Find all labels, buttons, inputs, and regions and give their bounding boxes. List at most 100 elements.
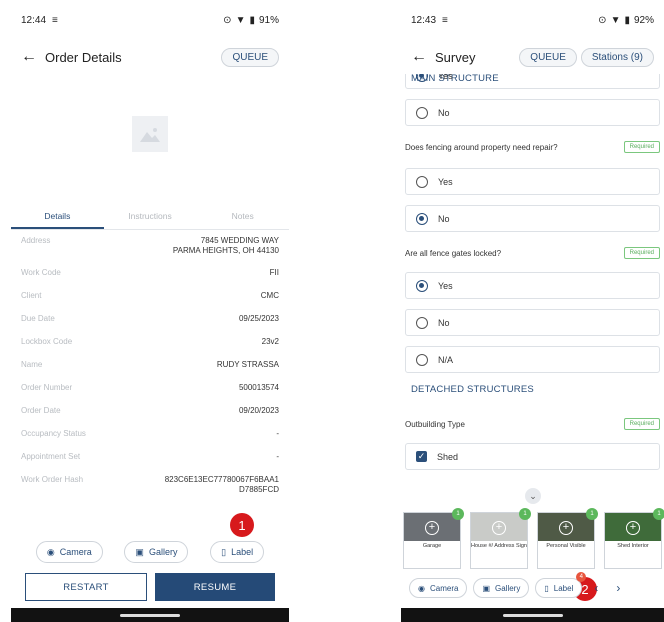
camera-icon: ◉ (418, 583, 425, 593)
home-indicator[interactable] (502, 613, 563, 617)
queue-button[interactable]: QUEUE (519, 47, 577, 67)
detail-key: Occupancy Status (21, 429, 86, 438)
detail-row: Order Date 09/20/2023 (21, 400, 279, 423)
section-detached-structures: DETACHED STRUCTURES (411, 384, 534, 395)
detail-row: Appointment Set - (21, 446, 279, 469)
back-arrow-icon[interactable]: ← (21, 48, 45, 66)
nav-bar (11, 608, 289, 622)
page-title: Order Details (45, 49, 122, 65)
option-shed[interactable]: ✓ Shed (405, 443, 660, 470)
detail-value: 09/20/2023 (238, 406, 279, 415)
detail-row: Name RUDY STRASSA (21, 354, 279, 377)
photo-stations-strip[interactable]: + Garage 1 + House #/ Address Sign 1 + P… (401, 508, 664, 572)
detail-key: Work Code (21, 268, 61, 277)
question-fencing: Does fencing around property need repair… (401, 134, 664, 160)
detail-value: 09/25/2023 (238, 314, 279, 323)
detail-value: - (276, 452, 279, 461)
detail-value: 823C6E13EC77780067F6BAA1 D7885FCD (164, 475, 279, 494)
label-label: Label (553, 583, 574, 593)
notification-icon: ≡ (52, 14, 58, 26)
option-no[interactable]: No (405, 99, 660, 126)
media-button-row: ◉ Camera ▣ Gallery ▯ Label (11, 541, 289, 563)
detail-row: Order Number 500013574 (21, 377, 279, 400)
gallery-button[interactable]: ▣ Gallery (124, 541, 189, 563)
bookmark-icon: ▯ (544, 583, 549, 593)
option-na[interactable]: N/A (405, 346, 660, 373)
camera-label: Camera (59, 547, 92, 557)
gallery-button[interactable]: ▣ Gallery (473, 578, 530, 598)
detail-key: Order Number (21, 383, 73, 392)
question-gates: Are all fence gates locked? Required (401, 240, 664, 266)
station-label: Garage (422, 543, 442, 549)
camera-button[interactable]: ◉ Camera (35, 541, 103, 563)
add-photo-icon: + (492, 521, 506, 535)
photo-count-badge: 1 (452, 508, 464, 520)
detail-row: Address 7845 WEDDING WAY PARMA HEIGHTS, O… (21, 230, 279, 262)
option-label: N/A (438, 354, 454, 365)
radio-icon (416, 353, 428, 366)
media-button-row: ◉ Camera ▣ Gallery ▯ Label 4 ‹ › (409, 572, 664, 598)
option-yes[interactable]: Yes (405, 74, 660, 89)
tab-instructions[interactable]: Instructions (104, 202, 197, 229)
detail-value: 7845 WEDDING WAY PARMA HEIGHTS, OH 44130 (172, 236, 279, 255)
station-personal-visible[interactable]: + Personal Visible 1 (537, 508, 598, 569)
gallery-label: Gallery (148, 547, 178, 557)
details-list: Address 7845 WEDDING WAY PARMA HEIGHTS, O… (11, 230, 289, 501)
photo-count-badge: 1 (653, 508, 664, 520)
queue-button[interactable]: QUEUE (221, 47, 279, 67)
checkbox-checked-icon: ✓ (416, 451, 427, 462)
tab-notes[interactable]: Notes (196, 202, 289, 229)
property-image (11, 74, 289, 194)
chevron-down-icon[interactable]: ⌄ (525, 488, 541, 504)
detail-row: Work Code FII (21, 262, 279, 285)
radio-icon (416, 175, 428, 188)
status-bar: 12:43 ≡ ⊙ ▼ ▮ 92% (401, 0, 664, 40)
station-label: Shed Interior (617, 543, 649, 549)
status-time: 12:43 (411, 14, 437, 26)
stations-button[interactable]: Stations (9) (580, 47, 654, 67)
tab-details[interactable]: Details (11, 202, 104, 229)
location-icon: ⊙ (598, 14, 607, 26)
station-label: House #/ Address Sign (471, 543, 527, 549)
gallery-label: Gallery (495, 583, 521, 593)
camera-button[interactable]: ◉ Camera (409, 578, 468, 598)
location-icon: ⊙ (223, 14, 232, 26)
required-badge: Required (623, 247, 660, 259)
radio-icon (416, 316, 428, 329)
station-address-sign[interactable]: + House #/ Address Sign 1 (470, 508, 531, 569)
gallery-icon: ▣ (482, 583, 490, 593)
chevron-right-icon[interactable]: › (610, 581, 626, 595)
station-photo: + (538, 513, 594, 541)
option-yes[interactable]: Yes (405, 272, 660, 299)
detail-key: Name (21, 360, 43, 369)
detail-row: Client CMC (21, 285, 279, 308)
battery-level: 92% (633, 14, 654, 26)
gallery-icon: ▣ (135, 546, 144, 557)
chevron-left-icon[interactable]: ‹ (588, 581, 604, 595)
add-photo-icon: + (559, 521, 573, 535)
question-text: Are all fence gates locked? (405, 248, 502, 258)
option-label: Yes (438, 74, 453, 81)
radio-icon (416, 106, 428, 119)
back-arrow-icon[interactable]: ← (411, 48, 435, 66)
option-label: No (438, 107, 450, 118)
resume-button[interactable]: RESUME (155, 573, 275, 601)
survey-form[interactable]: Yes No Does fencing around property need… (401, 74, 664, 504)
detail-value: - (276, 429, 279, 438)
label-button[interactable]: ▯ Label 4 (535, 572, 587, 598)
label-button[interactable]: ▯ Label (210, 541, 265, 563)
battery-level: 91% (258, 14, 279, 26)
radio-selected-icon (416, 212, 428, 225)
station-label: Personal Visible (546, 543, 586, 549)
home-indicator[interactable] (120, 613, 180, 617)
detail-value: FII (269, 268, 279, 277)
option-yes[interactable]: Yes (405, 168, 660, 195)
notification-icon: ≡ (442, 14, 448, 26)
option-no[interactable]: No (405, 205, 660, 232)
station-shed-interior[interactable]: + Shed Interior 1 (604, 508, 664, 569)
station-garage[interactable]: + Garage 1 (403, 508, 464, 569)
restart-button[interactable]: RESTART (25, 573, 147, 601)
station-photo: + (404, 513, 460, 541)
detail-row: Due Date 09/25/2023 (21, 308, 279, 331)
option-no[interactable]: No (405, 309, 660, 336)
